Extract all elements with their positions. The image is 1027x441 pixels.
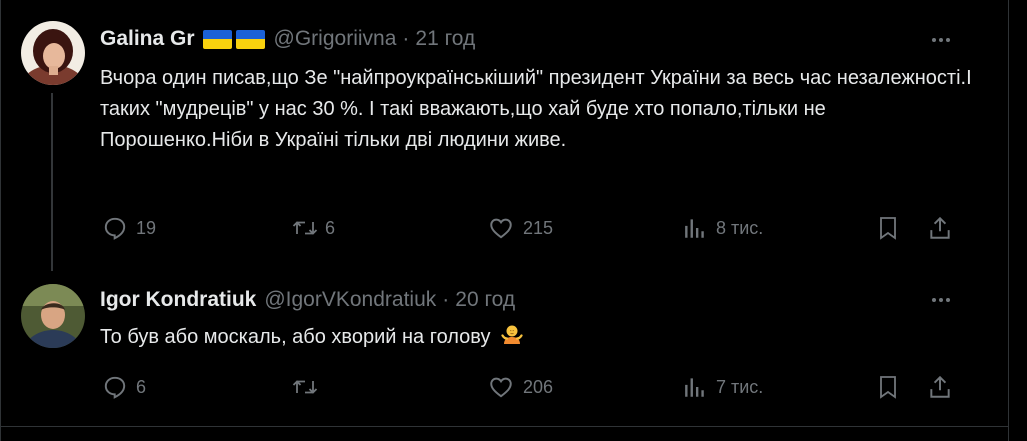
view-count: 7 тис.	[716, 376, 764, 397]
avatar-igor[interactable]	[21, 284, 85, 348]
repost-count: 6	[325, 217, 336, 238]
reply-icon	[104, 217, 126, 240]
separator-dot: ·	[442, 288, 450, 311]
bookmark-icon	[880, 376, 896, 399]
timestamp[interactable]: 21 год	[415, 27, 475, 51]
reply-button[interactable]: 19	[102, 215, 156, 241]
repost-button[interactable]: 6	[291, 215, 335, 241]
views-chart-icon	[685, 219, 704, 238]
more-options-button[interactable]	[929, 288, 953, 312]
separator-dot: ·	[402, 27, 410, 50]
tweet-text-content: То був або москаль, або хворий на голову	[100, 326, 491, 348]
tweet-header: Galina Gr @Grigoriivna · 21 год	[100, 27, 475, 51]
thread-line	[51, 93, 53, 271]
repost-icon	[292, 380, 318, 394]
tweet-header: Igor Kondratiuk @IgorVKondratiuk · 20 го…	[100, 288, 515, 312]
author-name[interactable]: Igor Kondratiuk	[100, 288, 256, 312]
author-name[interactable]: Galina Gr	[100, 27, 195, 51]
view-count: 8 тис.	[716, 217, 764, 238]
share-button[interactable]	[927, 374, 953, 400]
more-options-button[interactable]	[929, 28, 953, 52]
like-count: 215	[523, 217, 554, 238]
like-count: 206	[523, 376, 554, 397]
timestamp[interactable]: 20 год	[455, 288, 515, 312]
tweet-text: То був або москаль, або хворий на голову	[100, 322, 980, 353]
person-shrugging-emoji-icon	[500, 323, 524, 347]
heart-icon	[490, 218, 512, 239]
reply-icon	[104, 376, 126, 399]
reply-count: 19	[136, 217, 157, 238]
repost-icon	[292, 221, 318, 235]
share-icon	[930, 375, 950, 398]
more-horizontal-icon	[932, 38, 950, 42]
bookmark-button[interactable]	[876, 215, 900, 241]
tweet-divider	[1, 426, 1008, 427]
like-button[interactable]: 215	[487, 215, 553, 241]
author-handle[interactable]: @IgorVKondratiuk	[264, 288, 436, 312]
views-button[interactable]: 7 тис.	[682, 374, 763, 400]
share-button[interactable]	[927, 215, 953, 241]
avatar-galina[interactable]	[21, 21, 85, 85]
views-button[interactable]: 8 тис.	[682, 215, 763, 241]
reply-button[interactable]: 6	[102, 374, 146, 400]
tweet-text: Вчора один писав,що Зе "найпроукраїнські…	[100, 63, 980, 156]
more-horizontal-icon	[932, 298, 950, 302]
heart-icon	[490, 377, 512, 398]
timeline-border-left	[0, 0, 1, 441]
like-button[interactable]: 206	[487, 374, 553, 400]
tweet-text-content: Вчора один писав,що Зе "найпроукраїнські…	[100, 67, 972, 151]
share-icon	[930, 216, 950, 239]
repost-button[interactable]	[291, 374, 327, 400]
reply-count: 6	[136, 376, 147, 397]
bookmark-icon	[880, 217, 896, 240]
ukraine-flag-icon	[235, 29, 265, 49]
ukraine-flag-icon	[202, 29, 232, 49]
timeline-border-right	[1008, 0, 1009, 441]
views-chart-icon	[685, 378, 704, 397]
author-handle[interactable]: @Grigoriivna	[274, 27, 397, 51]
bookmark-button[interactable]	[876, 374, 900, 400]
